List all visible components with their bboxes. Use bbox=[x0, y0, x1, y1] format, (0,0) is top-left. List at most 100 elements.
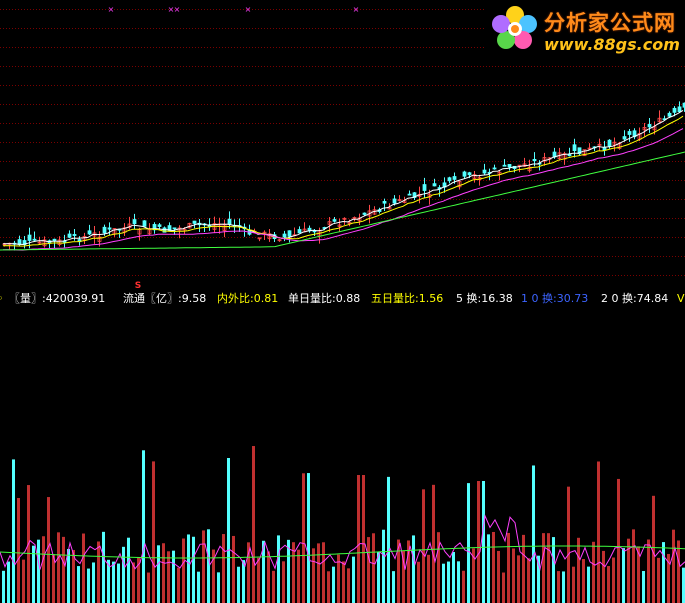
info-float-label: 流通〖亿〗: bbox=[123, 292, 182, 305]
candle-body bbox=[567, 154, 572, 157]
candle-body bbox=[452, 176, 457, 180]
candle-body bbox=[667, 112, 672, 117]
cross-marker: × bbox=[108, 5, 115, 14]
volume-bar bbox=[642, 571, 645, 603]
candle-body bbox=[227, 218, 232, 225]
volume-bar bbox=[377, 552, 380, 603]
volume-bar bbox=[157, 545, 160, 603]
volume-bar bbox=[507, 532, 510, 603]
volume-bar bbox=[257, 557, 260, 603]
volume-bar bbox=[307, 473, 310, 603]
volume-bar bbox=[97, 541, 100, 603]
volume-bar bbox=[222, 534, 225, 603]
volume-bar bbox=[317, 543, 320, 603]
volume-bar bbox=[147, 572, 150, 603]
volume-bar bbox=[372, 533, 375, 603]
volume-bar bbox=[202, 530, 205, 603]
volume-bar bbox=[557, 571, 560, 603]
volume-bar bbox=[677, 540, 680, 603]
candle-body bbox=[67, 233, 72, 238]
volume-bar bbox=[357, 475, 360, 603]
volume-bar bbox=[242, 560, 245, 603]
candle-body bbox=[192, 220, 197, 224]
volume-bar bbox=[552, 537, 555, 603]
site-logo[interactable]: 分析家公式网 www.88gs.com bbox=[486, 2, 685, 60]
volume-bar bbox=[77, 566, 80, 603]
volume-bar bbox=[497, 550, 500, 603]
info-float-value: 9.58 bbox=[181, 292, 207, 305]
info-float: 流通〖亿〗:9.58 bbox=[123, 291, 206, 307]
volume-bar bbox=[347, 568, 350, 603]
volume-bar bbox=[462, 570, 465, 603]
candle-body bbox=[332, 219, 337, 222]
info-turn20: 2 0 换:74.84 bbox=[601, 291, 668, 307]
info-inout-label: 内外比: bbox=[217, 292, 254, 305]
volume-bar bbox=[162, 543, 165, 603]
candle-body bbox=[27, 234, 32, 241]
volume-bar bbox=[2, 570, 5, 603]
volume-bar bbox=[197, 571, 200, 603]
info-turn5: 5 换:16.38 bbox=[456, 291, 513, 307]
volume-bar bbox=[277, 535, 280, 603]
info-inout-ratio: 内外比:0.81 bbox=[217, 291, 278, 307]
volume-bar bbox=[332, 566, 335, 603]
volume-bar bbox=[207, 529, 210, 603]
volume-bar bbox=[522, 534, 525, 603]
volume-bar bbox=[67, 549, 70, 603]
candle-body bbox=[462, 171, 467, 177]
volume-bar bbox=[12, 459, 15, 603]
volume-bar bbox=[322, 542, 325, 603]
volume-bar bbox=[602, 550, 605, 603]
info-5day-vol-value: 1.56 bbox=[418, 292, 444, 305]
candle-body bbox=[432, 183, 437, 187]
volume-bar bbox=[492, 531, 495, 603]
volume-bar bbox=[227, 458, 230, 603]
volume-bar bbox=[652, 495, 655, 603]
volume-bar bbox=[512, 548, 515, 603]
volume-bar bbox=[477, 481, 480, 603]
volume-bar bbox=[342, 561, 345, 603]
bar-prefix: ◦ bbox=[0, 292, 4, 305]
candle-body bbox=[102, 226, 107, 234]
volume-bar bbox=[592, 541, 595, 603]
volume-bar bbox=[387, 476, 390, 603]
volume-bars bbox=[2, 446, 685, 603]
volume-bar bbox=[267, 551, 270, 603]
info-5day-vol-label: 五日量比: bbox=[371, 292, 419, 305]
volume-bar bbox=[382, 529, 385, 603]
candle-body bbox=[287, 230, 292, 237]
volume-bar bbox=[22, 559, 25, 603]
volume-bar bbox=[582, 559, 585, 603]
volume-bar bbox=[37, 539, 40, 603]
info-day-vol-value: 0.88 bbox=[335, 292, 361, 305]
cross-marker: × bbox=[174, 5, 181, 14]
candle-body bbox=[142, 220, 147, 227]
volume-bar bbox=[302, 473, 305, 603]
volume-bar bbox=[312, 548, 315, 603]
indicator-info-bar: ◦ 〖量〗:420039.91 流通〖亿〗:9.58 内外比:0.81 单日量比… bbox=[0, 291, 685, 307]
info-turn5-label: 5 换: bbox=[456, 292, 482, 305]
volume-bar bbox=[172, 550, 175, 603]
volume-bar bbox=[467, 483, 470, 603]
candle-body bbox=[627, 131, 632, 135]
volume-bar bbox=[92, 562, 95, 603]
volume-bar bbox=[362, 475, 365, 603]
volume-bar bbox=[17, 498, 20, 603]
volume-bar bbox=[297, 549, 300, 603]
volume-bar bbox=[587, 566, 590, 603]
candle-body bbox=[72, 234, 77, 236]
volume-bar bbox=[622, 548, 625, 603]
flower-logo-icon bbox=[492, 6, 537, 49]
volume-bar bbox=[232, 535, 235, 603]
volume-bar bbox=[432, 484, 435, 603]
cross-marker: × bbox=[245, 5, 252, 14]
volume-bar bbox=[252, 446, 255, 603]
volume-bar bbox=[657, 557, 660, 603]
ma-green-line bbox=[0, 151, 685, 251]
ma-white-line bbox=[2, 109, 684, 246]
volume-bar bbox=[237, 566, 240, 603]
volume-bar bbox=[367, 537, 370, 603]
volume-bar bbox=[32, 545, 35, 603]
volume-bar bbox=[562, 571, 565, 603]
volume-bar bbox=[192, 536, 195, 603]
